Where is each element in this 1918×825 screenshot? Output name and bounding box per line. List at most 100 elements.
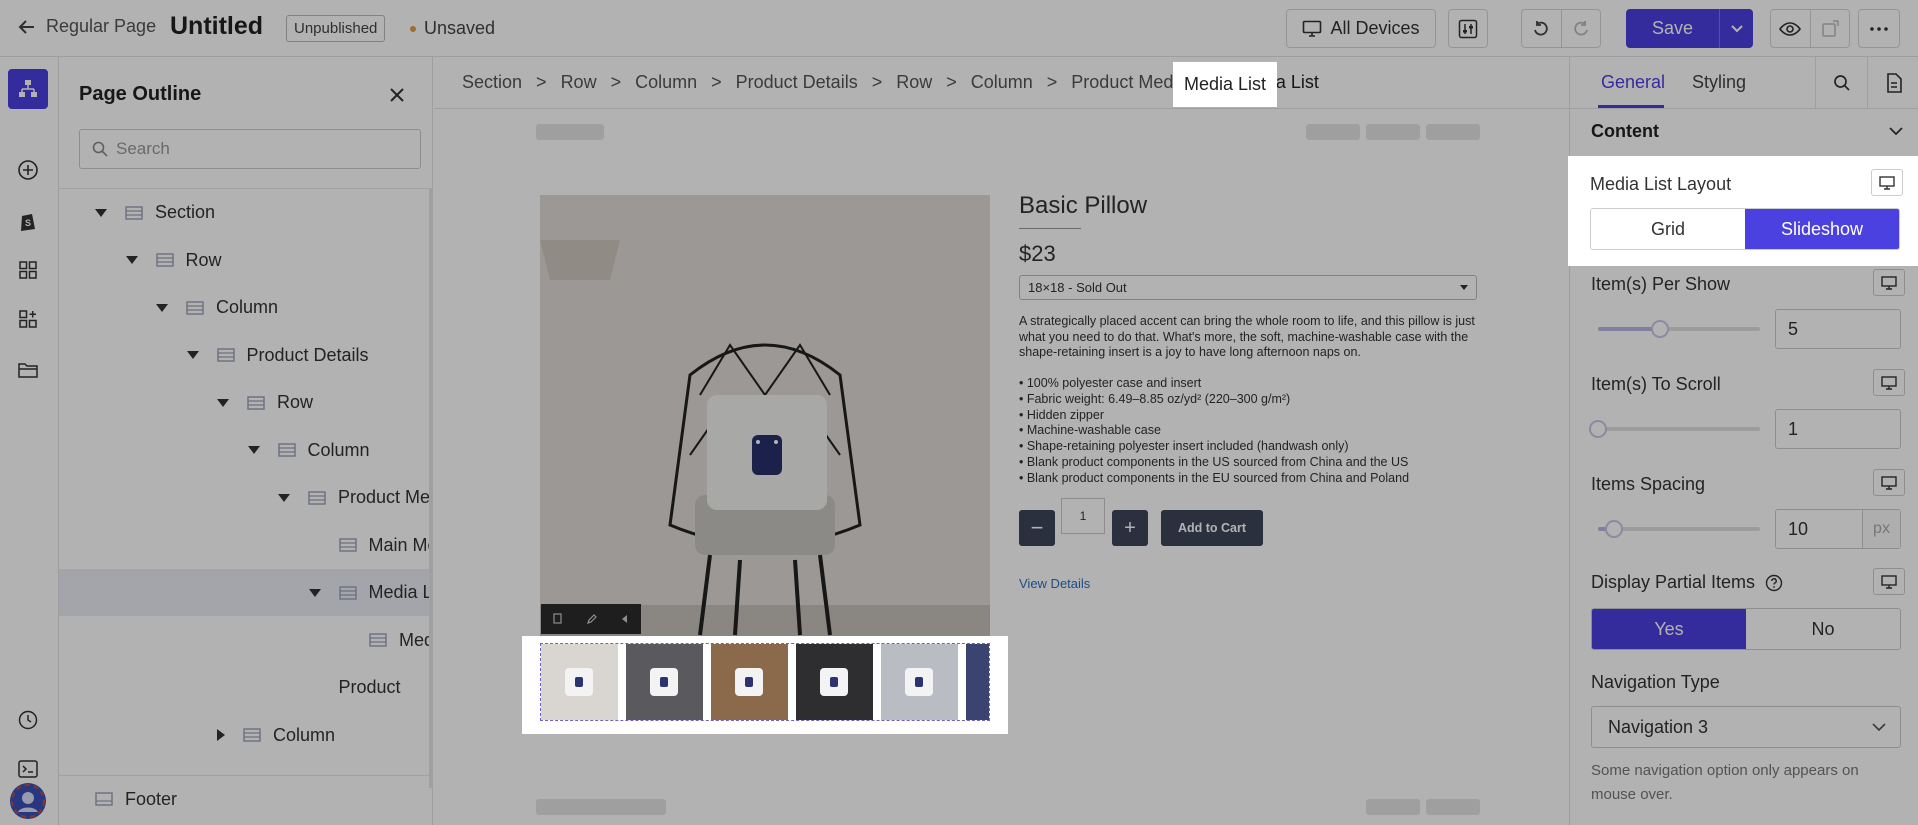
- pillow-thumbnail-image: [905, 668, 933, 696]
- arrow-left-icon: [18, 18, 36, 36]
- media-thumbnail[interactable]: [711, 644, 788, 720]
- outline-node[interactable]: Main Me: [59, 522, 433, 569]
- quantity-increase-button[interactable]: +: [1112, 510, 1148, 546]
- tab-styling[interactable]: Styling: [1692, 72, 1746, 93]
- media-thumbnail[interactable]: [626, 644, 703, 720]
- page-outline-toggle[interactable]: [8, 69, 48, 109]
- back-link-label: Regular Page: [46, 16, 157, 36]
- breadcrumb-current-highlight[interactable]: Media List: [1173, 62, 1277, 107]
- outline-node[interactable]: Product Details: [59, 332, 433, 379]
- variant-select[interactable]: 18×18 - Sold Out: [1019, 275, 1477, 300]
- outline-node[interactable]: Column: [59, 427, 433, 474]
- breadcrumb-item[interactable]: Row: [561, 72, 597, 93]
- spacing-input[interactable]: 10 px: [1775, 509, 1901, 549]
- per-show-device-button[interactable]: [1873, 269, 1905, 296]
- settings-doc-button[interactable]: [1867, 57, 1918, 109]
- add-element-button[interactable]: [8, 150, 48, 190]
- quantity-input[interactable]: 1: [1061, 498, 1105, 534]
- caret-down-icon[interactable]: [95, 208, 107, 217]
- caret-down-icon[interactable]: [278, 493, 290, 502]
- to-scroll-input[interactable]: 1: [1775, 409, 1901, 449]
- caret-down-icon[interactable]: [217, 398, 229, 407]
- publish-icon: [1822, 19, 1839, 37]
- page-title[interactable]: Untitled: [170, 12, 263, 41]
- outline-node[interactable]: Product: [59, 664, 433, 711]
- outline-node[interactable]: Product Med: [59, 474, 433, 521]
- history-button[interactable]: [8, 700, 48, 740]
- all-devices-button[interactable]: All Devices: [1286, 9, 1436, 48]
- undo-redo-group: [1521, 9, 1601, 48]
- caret-down-icon[interactable]: [247, 446, 260, 454]
- outline-node[interactable]: Section: [59, 189, 433, 236]
- outline-node[interactable]: Column: [59, 712, 433, 759]
- outline-search-field[interactable]: [79, 129, 421, 169]
- outline-scrollbar[interactable]: [429, 188, 433, 788]
- apps-button[interactable]: [8, 299, 48, 339]
- breadcrumb-item[interactable]: Product Details: [736, 72, 858, 93]
- files-button[interactable]: [8, 350, 48, 390]
- breadcrumb-item[interactable]: Row: [896, 72, 932, 93]
- partial-yes-option[interactable]: Yes: [1592, 609, 1746, 649]
- active-tab-indicator: [1598, 105, 1664, 108]
- product-main-image[interactable]: [540, 195, 990, 643]
- avatar[interactable]: [8, 781, 48, 821]
- publish-button[interactable]: [1809, 10, 1849, 47]
- tab-general[interactable]: General: [1601, 72, 1665, 93]
- quantity-decrease-button[interactable]: −: [1019, 510, 1055, 546]
- slider-knob[interactable]: [1589, 420, 1607, 438]
- edit-button[interactable]: [586, 613, 598, 625]
- partial-no-option[interactable]: No: [1746, 609, 1900, 649]
- skeleton-block: [536, 124, 604, 140]
- breadcrumb-item[interactable]: Column: [971, 72, 1033, 93]
- components-button[interactable]: [8, 250, 48, 290]
- shopify-button[interactable]: S: [8, 201, 48, 241]
- outline-search-input[interactable]: [116, 139, 406, 159]
- breadcrumb-item[interactable]: Product Media: [1071, 72, 1187, 93]
- slider-knob[interactable]: [1650, 320, 1669, 338]
- outline-node[interactable]: Column: [59, 284, 433, 331]
- per-show-slider[interactable]: [1598, 320, 1760, 338]
- media-thumbnail[interactable]: [881, 644, 958, 720]
- redo-button[interactable]: [1560, 10, 1600, 47]
- undo-button[interactable]: [1522, 10, 1561, 47]
- to-scroll-slider[interactable]: [1589, 420, 1760, 438]
- outline-node[interactable]: Row: [59, 379, 433, 426]
- nav-type-select[interactable]: Navigation 3: [1591, 706, 1901, 748]
- breadcrumb-item[interactable]: Column: [635, 72, 697, 93]
- outline-node[interactable]: Media L: [59, 569, 433, 616]
- per-show-input[interactable]: 5: [1775, 309, 1901, 349]
- to-scroll-device-button[interactable]: [1873, 369, 1905, 396]
- caret-down-icon[interactable]: [308, 588, 321, 597]
- page-settings-button[interactable]: [1448, 9, 1488, 48]
- layout-slideshow-option-hl[interactable]: Slideshow: [1745, 209, 1899, 249]
- more-options-button[interactable]: [1858, 9, 1900, 48]
- caret-down-icon[interactable]: [156, 303, 168, 312]
- caret-down-icon[interactable]: [125, 256, 138, 264]
- spacing-slider[interactable]: [1598, 520, 1760, 538]
- preview-button[interactable]: [1771, 10, 1810, 47]
- save-options-button[interactable]: [1719, 9, 1753, 48]
- add-to-cart-button[interactable]: Add to Cart: [1161, 510, 1263, 546]
- back-link[interactable]: Regular Page: [18, 16, 156, 37]
- layout-device-button-hl[interactable]: [1871, 169, 1903, 196]
- breadcrumb-item[interactable]: Section: [462, 72, 522, 93]
- copy-button[interactable]: [552, 613, 564, 625]
- caret-down-icon[interactable]: [186, 351, 199, 359]
- save-button[interactable]: Save: [1626, 9, 1719, 48]
- media-thumbnail[interactable]: [966, 644, 989, 720]
- settings-search-button[interactable]: [1815, 57, 1867, 109]
- content-section-header[interactable]: Content: [1570, 109, 1918, 153]
- collapse-button[interactable]: [620, 614, 630, 624]
- slider-knob[interactable]: [1605, 520, 1624, 538]
- layout-grid-option-hl[interactable]: Grid: [1591, 209, 1745, 249]
- partial-device-button[interactable]: [1873, 568, 1905, 595]
- outline-node[interactable]: Med: [59, 617, 433, 664]
- media-thumbnail[interactable]: [796, 644, 873, 720]
- outline-node[interactable]: Row: [59, 237, 433, 284]
- view-details-link[interactable]: View Details: [1019, 576, 1090, 591]
- outline-node-footer[interactable]: Footer: [59, 775, 433, 822]
- close-outline-button[interactable]: [389, 87, 405, 103]
- caret-right-icon[interactable]: [217, 729, 225, 741]
- media-thumbnail[interactable]: [541, 644, 618, 720]
- spacing-device-button[interactable]: [1873, 469, 1905, 496]
